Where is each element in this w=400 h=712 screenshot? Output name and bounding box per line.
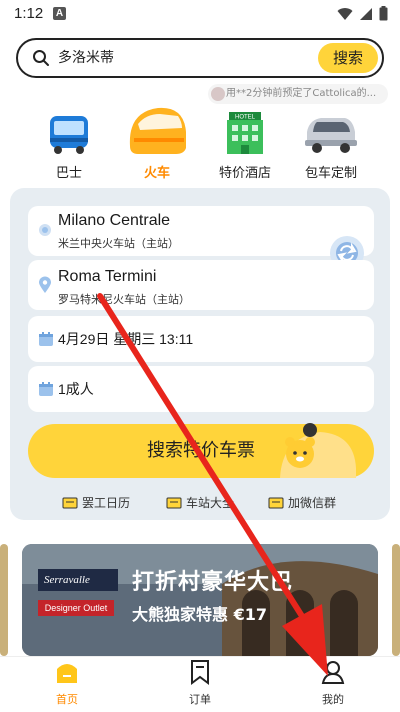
bear-mascot-icon (280, 423, 356, 478)
link-label: 罢工日历 (82, 496, 131, 510)
svg-text:HOTEL: HOTEL (235, 115, 256, 121)
passengers-field[interactable]: 1成人 (28, 366, 374, 412)
from-station-cn: 米兰中央火车站（主站） (58, 237, 179, 250)
category-hotel[interactable]: HOTEL 特价酒店 (200, 104, 290, 181)
car-icon (305, 118, 357, 153)
date-field[interactable]: 4月29日 星期三 13:11 (28, 316, 374, 362)
to-station: Roma Termini (58, 268, 157, 285)
home-icon (57, 664, 77, 683)
category-nav: 巴士 火车 HOTEL 特价酒店 包车定制 (0, 104, 400, 184)
signal-icon (360, 7, 372, 20)
status-bar: 1:12 A (0, 0, 400, 30)
category-bus[interactable]: 巴士 (24, 104, 114, 181)
booking-notice: 用**2分钟前预定了Cattolica的... (208, 84, 388, 104)
wifi-icon (337, 7, 353, 20)
quick-links: 罢工日历 车站大全 加微信群 (0, 492, 400, 514)
tab-label: 我的 (322, 693, 344, 706)
tab-label: 订单 (189, 693, 211, 706)
category-train[interactable]: 火车 (112, 104, 202, 181)
to-station-field[interactable]: Roma Termini 罗马特米尼火车站（主站） (28, 260, 374, 310)
banner-title: 打折村豪华大巴 (132, 570, 294, 595)
ticket-icon (166, 497, 182, 509)
banner-brand-subtag: Designer Outlet (38, 600, 114, 616)
banner-next-peek[interactable] (392, 544, 400, 656)
search-input[interactable]: 多洛米蒂 (58, 40, 114, 76)
travel-date: 4月29日 星期三 13:11 (58, 331, 194, 347)
calendar-icon (39, 332, 53, 346)
location-pin-icon (39, 276, 51, 293)
banner-subtitle: 大熊独家特惠 €17 (132, 605, 267, 624)
wechat-group-link[interactable]: 加微信群 (268, 492, 336, 514)
tab-label: 首页 (56, 693, 78, 706)
notification-icon: A (53, 7, 66, 20)
search-bar[interactable]: 多洛米蒂 搜索 (16, 38, 384, 78)
user-icon (321, 661, 345, 684)
banner-prev-peek[interactable] (0, 544, 8, 656)
category-label: 特价酒店 (218, 166, 271, 181)
category-car[interactable]: 包车定制 (286, 104, 376, 181)
tab-home[interactable]: 首页 (32, 659, 102, 707)
from-station-field[interactable]: Milano Centrale 米兰中央火车站（主站） (28, 206, 374, 256)
banner-brand-tag: Serravalle (38, 569, 118, 591)
category-label: 火车 (143, 166, 170, 181)
bottom-tab-bar: 首页 订单 我的 (0, 656, 400, 712)
category-label: 包车定制 (304, 166, 357, 181)
status-icons (337, 6, 388, 21)
search-button[interactable]: 搜索 (318, 43, 378, 73)
category-label: 巴士 (55, 166, 82, 181)
tab-mine[interactable]: 我的 (298, 659, 368, 707)
from-station: Milano Centrale (58, 212, 171, 229)
train-icon (129, 107, 186, 154)
search-icon (33, 50, 49, 66)
link-label: 加微信群 (288, 496, 337, 510)
notice-text: 用**2分钟前预定了Cattolica的... (226, 88, 377, 99)
calendar-icon (39, 382, 53, 396)
ticket-icon (268, 497, 284, 509)
promo-banner[interactable]: Serravalle Designer Outlet 打折村豪华大巴 大熊独家特… (22, 544, 378, 656)
strike-calendar-link[interactable]: 罢工日历 (62, 492, 130, 514)
tab-orders[interactable]: 订单 (165, 659, 235, 707)
passenger-count: 1成人 (58, 381, 94, 397)
battery-icon (379, 6, 388, 21)
ticket-icon (62, 497, 78, 509)
hotel-icon: HOTEL (227, 112, 263, 154)
link-label: 车站大全 (186, 496, 235, 510)
status-time: 1:12 (14, 5, 44, 22)
bus-icon (50, 116, 88, 154)
station-list-link[interactable]: 车站大全 (166, 492, 234, 514)
to-station-cn: 罗马特米尼火车站（主站） (58, 293, 190, 306)
bookmark-icon (191, 660, 209, 685)
origin-dot-icon (39, 224, 51, 236)
avatar (211, 87, 225, 101)
